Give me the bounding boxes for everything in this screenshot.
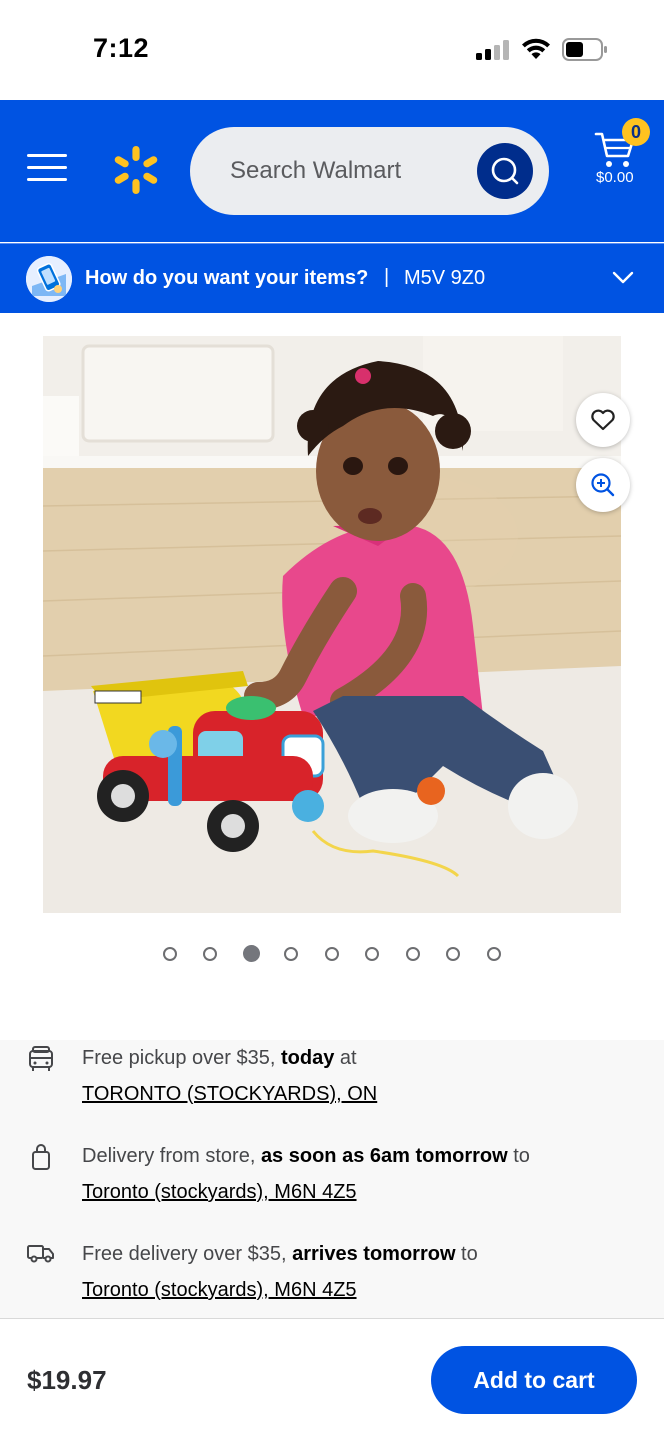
status-bar: 7:12 xyxy=(0,0,664,100)
pickup-text: Free pickup over $35, today at xyxy=(82,1047,357,1069)
carousel-dot-2[interactable] xyxy=(203,947,217,961)
chevron-down-icon xyxy=(612,271,634,284)
search-bar[interactable] xyxy=(190,127,549,215)
carousel-dot-5[interactable] xyxy=(325,947,339,961)
shipping-location-link[interactable]: Toronto (stockyards), M6N 4Z5 xyxy=(82,1279,357,1302)
favorite-button[interactable] xyxy=(576,393,630,447)
intent-separator: | xyxy=(384,266,390,288)
zoom-in-icon xyxy=(591,473,615,497)
intent-postal-code: M5V 9Z0 xyxy=(404,267,486,289)
add-to-cart-button[interactable]: Add to cart xyxy=(431,1346,637,1414)
carousel-dot-8[interactable] xyxy=(446,947,460,961)
intent-question: How do you want your items? xyxy=(85,267,369,289)
shopping-bag-icon xyxy=(32,1144,50,1170)
cart-count-badge: 0 xyxy=(622,118,650,146)
hamburger-menu-icon[interactable] xyxy=(27,154,67,188)
cart-total: $0.00 xyxy=(596,169,634,186)
cellular-signal-icon xyxy=(476,40,509,60)
battery-icon xyxy=(562,38,607,61)
search-icon xyxy=(491,157,519,185)
image-carousel-dots xyxy=(0,945,664,963)
sticky-add-to-cart-bar: $19.97 Add to cart xyxy=(0,1318,664,1440)
store-pickup-icon xyxy=(29,1046,53,1071)
product-image[interactable] xyxy=(43,336,621,913)
app-header: 0 $0.00 xyxy=(0,100,664,242)
shipping-text: Free delivery over $35, arrives tomorrow… xyxy=(82,1243,478,1265)
carousel-dot-6[interactable] xyxy=(365,947,379,961)
wifi-icon xyxy=(522,38,550,59)
pickup-store-link[interactable]: TORONTO (STOCKYARDS), ON xyxy=(82,1083,377,1106)
carousel-dot-7[interactable] xyxy=(406,947,420,961)
delivery-truck-icon xyxy=(27,1245,54,1263)
zoom-button[interactable] xyxy=(576,458,630,512)
search-input[interactable] xyxy=(230,127,470,215)
store-delivery-location-link[interactable]: Toronto (stockyards), M6N 4Z5 xyxy=(82,1181,357,1204)
fulfillment-options: Free pickup over $35, today at TORONTO (… xyxy=(0,1040,664,1318)
product-price: $19.97 xyxy=(27,1365,107,1395)
heart-icon xyxy=(591,409,615,431)
status-time: 7:12 xyxy=(93,33,150,63)
store-delivery-text: Delivery from store, as soon as 6am tomo… xyxy=(82,1145,530,1167)
phone-delivery-icon xyxy=(26,256,72,302)
carousel-dot-3-active[interactable] xyxy=(243,945,260,962)
carousel-dot-1[interactable] xyxy=(163,947,177,961)
fulfillment-intent-bar[interactable]: How do you want your items? | M5V 9Z0 xyxy=(0,243,664,313)
search-button[interactable] xyxy=(477,143,533,199)
carousel-dot-4[interactable] xyxy=(284,947,298,961)
walmart-spark-logo[interactable] xyxy=(110,144,162,196)
carousel-dot-9[interactable] xyxy=(487,947,501,961)
